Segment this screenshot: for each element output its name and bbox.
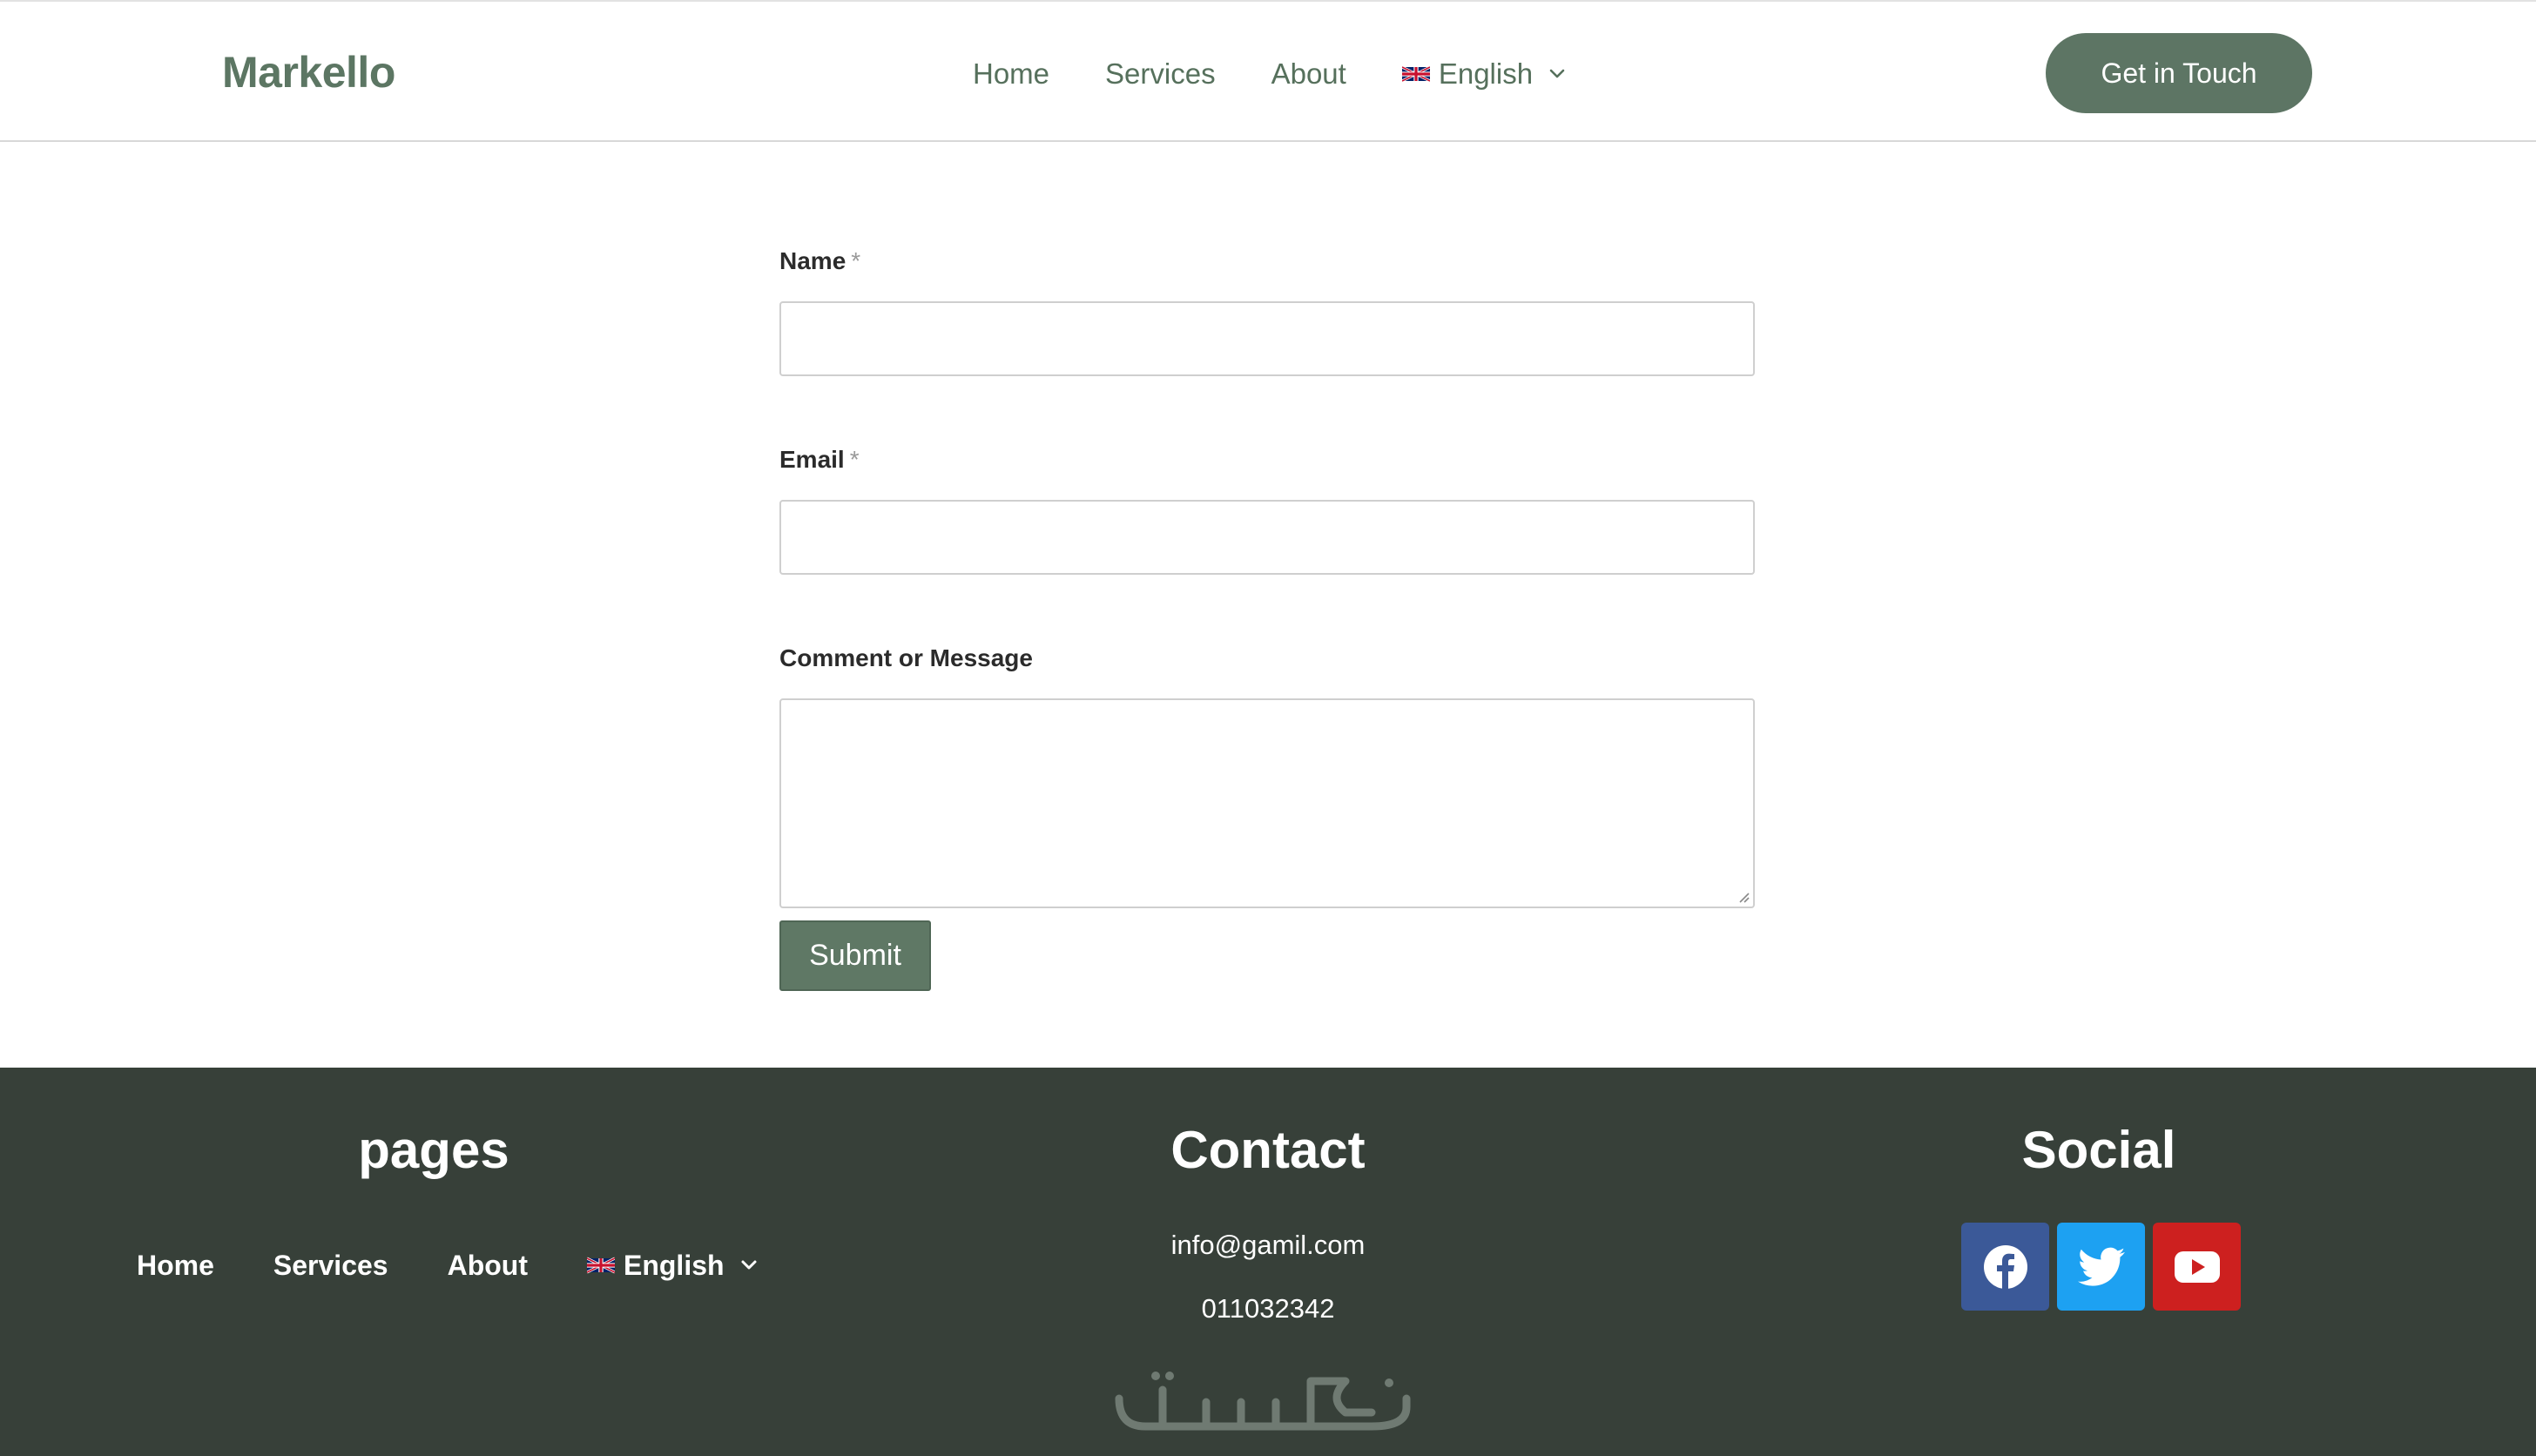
resize-handle-icon[interactable] — [1737, 891, 1750, 903]
nav-item-services[interactable]: Services — [1105, 57, 1216, 91]
uk-flag-icon — [586, 1257, 615, 1274]
footer-language-label: English — [623, 1249, 725, 1281]
name-label-text: Name — [779, 247, 846, 274]
uk-flag-icon — [1401, 65, 1430, 83]
submit-button[interactable]: Submit — [779, 920, 931, 991]
twitter-icon — [2077, 1247, 2125, 1286]
footer-nav-services[interactable]: Services — [273, 1250, 388, 1282]
message-textarea[interactable] — [779, 698, 1755, 908]
email-group: Email * — [779, 442, 1755, 575]
site-header: Markello Home Services About English Get… — [0, 0, 2536, 142]
email-label: Email * — [779, 442, 1755, 477]
required-marker: * — [851, 247, 861, 274]
required-marker: * — [849, 446, 860, 473]
footer-contact-heading: Contact — [1170, 1121, 1366, 1179]
language-label: English — [1438, 57, 1534, 90]
footer-language-dropdown[interactable]: English — [586, 1249, 758, 1282]
khamsat-watermark-logo — [1115, 1372, 1411, 1431]
email-input[interactable] — [779, 500, 1755, 575]
name-input[interactable] — [779, 301, 1755, 376]
chevron-down-icon — [1549, 69, 1565, 78]
footer-nav: Home Services About English — [137, 1244, 758, 1287]
site-footer: pages Contact Social Home Services About… — [0, 1068, 2536, 1456]
nav-item-about[interactable]: About — [1271, 57, 1346, 91]
footer-pages-heading: pages — [358, 1121, 509, 1179]
facebook-icon — [1983, 1244, 2027, 1289]
twitter-button[interactable] — [2057, 1223, 2145, 1311]
main-nav: Home Services About English — [973, 52, 1566, 96]
facebook-button[interactable] — [1961, 1223, 2049, 1311]
footer-nav-about[interactable]: About — [448, 1250, 528, 1282]
name-label: Name * — [779, 244, 1755, 279]
name-group: Name * — [779, 244, 1755, 376]
footer-nav-home[interactable]: Home — [137, 1250, 214, 1282]
footer-email[interactable]: info@gamil.com — [1050, 1230, 1486, 1261]
site-logo[interactable]: Markello — [222, 47, 395, 98]
email-label-text: Email — [779, 446, 845, 473]
message-label: Comment or Message — [779, 644, 1033, 671]
get-in-touch-button[interactable]: Get in Touch — [2046, 33, 2312, 113]
youtube-button[interactable] — [2153, 1223, 2241, 1311]
footer-social-heading: Social — [2021, 1121, 2176, 1179]
chevron-down-icon — [741, 1260, 757, 1270]
message-group: Comment or Message — [779, 641, 1755, 908]
language-dropdown[interactable]: English — [1401, 57, 1566, 91]
nav-item-home[interactable]: Home — [973, 57, 1049, 91]
youtube-icon — [2174, 1250, 2220, 1283]
footer-phone[interactable]: 011032342 — [1050, 1293, 1486, 1325]
contact-form: Name * Email * Comment or Message — [779, 244, 1755, 908]
